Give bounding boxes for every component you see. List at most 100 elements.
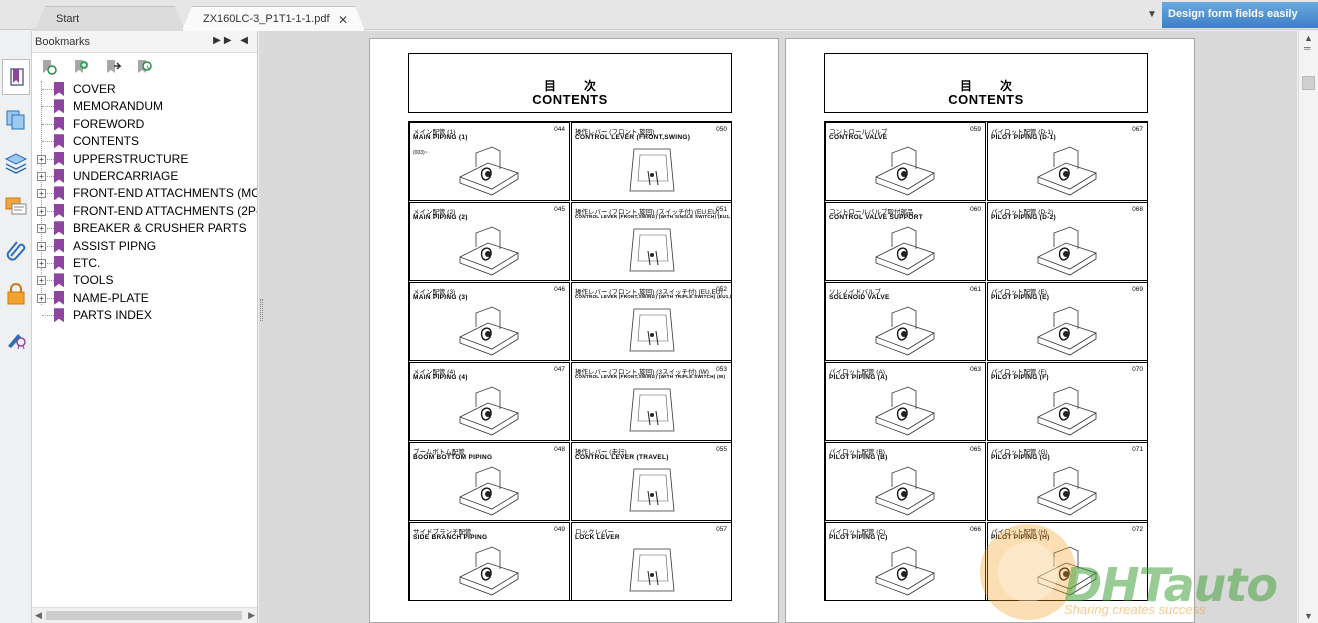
bookmarks-panel-icon[interactable] bbox=[2, 59, 30, 95]
entry-english-title: MAIN PIPING (2) bbox=[413, 214, 468, 221]
entry-english-title: MAIN PIPING (3) bbox=[413, 294, 468, 301]
entry-page-number: 051 bbox=[716, 206, 727, 213]
bookmark-flag-icon bbox=[54, 186, 64, 201]
tab-start[interactable]: Start bbox=[35, 6, 185, 31]
page-thumbnails-icon[interactable] bbox=[4, 108, 28, 132]
bookmark-label: FRONT-END ATTACHMENTS (MON bbox=[73, 186, 258, 201]
contents-entry[interactable]: メイン配管 (1) 044 MAIN PIPING (1) (003)~ bbox=[409, 122, 570, 201]
tab-list-dropdown-icon[interactable]: ▼ bbox=[1147, 9, 1157, 20]
bookmark-options-icon[interactable] bbox=[40, 58, 58, 76]
document-vertical-scrollbar[interactable]: ▲ ═ ▼ bbox=[1298, 31, 1318, 623]
expand-toggle-icon[interactable]: + bbox=[37, 259, 46, 268]
expand-toggle-icon[interactable]: + bbox=[37, 206, 46, 216]
bookmark-item[interactable]: + UPPERSTRUCTURE bbox=[32, 151, 257, 168]
entry-english-title: CONTROL VALVE SUPPORT bbox=[829, 214, 924, 221]
bookmark-item[interactable]: + TOOLS bbox=[32, 272, 257, 289]
scroll-right-icon[interactable]: ▶ bbox=[248, 610, 255, 621]
attachments-icon[interactable] bbox=[4, 238, 28, 262]
contents-entry[interactable]: メイン配管 (4) 047 MAIN PIPING (4) bbox=[409, 362, 570, 441]
promo-banner[interactable]: Design form fields easily bbox=[1162, 2, 1318, 28]
bookmarks-horizontal-scrollbar[interactable]: ◀ ▶ bbox=[32, 607, 257, 623]
signatures-icon[interactable] bbox=[4, 326, 28, 350]
bookmark-label: FOREWORD bbox=[73, 116, 145, 131]
expand-toggle-icon[interactable]: + bbox=[37, 172, 46, 181]
contents-entry[interactable]: 操作レバー (フロント,旋回) 050 CONTROL LEVER (FRONT,S… bbox=[571, 122, 732, 201]
entry-serial-note: (003)~ bbox=[413, 150, 428, 156]
contents-entry[interactable]: パイロット配管 (G) 071 PILOT PIPING (G) bbox=[987, 442, 1148, 521]
bookmark-item[interactable]: MEMORANDUM bbox=[32, 98, 257, 115]
entry-page-number: 069 bbox=[1132, 286, 1143, 293]
bookmark-item[interactable]: + FRONT-END ATTACHMENTS (MON bbox=[32, 185, 258, 202]
contents-entry[interactable]: パイロット配管 (D-2) 068 PILOT PIPING (D-2) bbox=[987, 202, 1148, 281]
contents-entry[interactable]: メイン配管 (3) 046 MAIN PIPING (3) bbox=[409, 282, 570, 361]
contents-entry[interactable]: 操作レバー (フロント,旋回) (3スイッチ付) (W) 053 CONTROL L… bbox=[571, 362, 732, 441]
expand-toggle-icon[interactable]: + bbox=[37, 241, 46, 251]
contents-entry[interactable]: 操作レバー (フロント,旋回) (3スイッチ付) (EU,EU) 052 CONTR… bbox=[571, 282, 732, 361]
contents-entry[interactable]: ソレノイドバルブ 061 SOLENOID VALVE bbox=[825, 282, 986, 361]
bookmark-item[interactable]: CONTENTS bbox=[32, 133, 257, 150]
scroll-up-icon[interactable]: ▲ bbox=[1304, 33, 1313, 43]
contents-entry[interactable]: ブームボトム配管 048 BOOM BOTTOM PIPING bbox=[409, 442, 570, 521]
bookmark-item[interactable]: FOREWORD bbox=[32, 116, 257, 133]
expand-toggle-icon[interactable]: + bbox=[37, 189, 46, 199]
scroll-left-icon[interactable]: ◀ bbox=[35, 610, 42, 621]
expand-toggle-icon[interactable]: + bbox=[37, 154, 46, 164]
entry-page-number: 059 bbox=[970, 126, 981, 133]
contents-grid: コントロールバルブ 059 CONTROL VALVE パイロット配管 (D-1) 0… bbox=[824, 121, 1148, 601]
bookmark-item[interactable]: + FRONT-END ATTACHMENTS (2P-B bbox=[32, 203, 257, 220]
expand-bookmark-icon[interactable] bbox=[104, 58, 122, 76]
expand-toggle-icon[interactable]: + bbox=[37, 276, 46, 286]
part-illustration bbox=[459, 306, 519, 356]
close-tab-icon[interactable]: ✕ bbox=[338, 13, 348, 27]
part-illustration bbox=[875, 306, 935, 356]
entry-page-number: 052 bbox=[716, 286, 727, 293]
bookmark-item[interactable]: + BREAKER & CRUSHER PARTS bbox=[32, 220, 257, 237]
contents-entry[interactable]: ロックレバー 057 LOCK LEVER bbox=[571, 522, 732, 601]
bookmark-item[interactable]: + ASSIST PIPNG bbox=[32, 238, 257, 255]
entry-english-title: SOLENOID VALVE bbox=[829, 294, 890, 301]
contents-entry[interactable]: パイロット配管 (B) 065 PILOT PIPING (B) bbox=[825, 442, 986, 521]
entry-page-number: 053 bbox=[716, 366, 727, 373]
bookmark-item[interactable]: + UNDERCARRIAGE bbox=[32, 168, 257, 185]
layers-icon[interactable] bbox=[4, 151, 28, 175]
contents-title-box: 目次 CONTENTS bbox=[408, 53, 732, 113]
bookmark-item[interactable]: PARTS INDEX bbox=[32, 307, 257, 324]
contents-entry[interactable]: 操作レバー (走行) 055 CONTROL LEVER (TRAVEL) bbox=[571, 442, 732, 521]
expand-toggle-icon[interactable]: + bbox=[37, 224, 46, 234]
bookmark-flag-icon bbox=[54, 256, 64, 270]
title-english: CONTENTS bbox=[948, 92, 1024, 107]
contents-entry[interactable]: メイン配管 (2) 045 MAIN PIPING (2) bbox=[409, 202, 570, 281]
entry-page-number: 065 bbox=[970, 446, 981, 453]
new-bookmark-icon[interactable] bbox=[72, 58, 90, 76]
scroll-down-icon[interactable]: ▼ bbox=[1304, 611, 1313, 621]
collapse-panel-icon[interactable]: ◀ bbox=[240, 35, 251, 46]
contents-entry[interactable]: コントロールバルブ 059 CONTROL VALVE bbox=[825, 122, 986, 201]
contents-entry[interactable]: パイロット配管 (D-1) 067 PILOT PIPING (D-1) bbox=[987, 122, 1148, 201]
expand-panel-icon[interactable]: ▶▶ bbox=[213, 35, 234, 46]
contents-entry[interactable]: コントロールバルブ取付部品 060 CONTROL VALVE SUPPORT bbox=[825, 202, 986, 281]
contents-entry[interactable]: サイドブランチ配管 049 SIDE BRANCH PIPING bbox=[409, 522, 570, 601]
entry-english-title: CONTROL LEVER (FRONT,SWING) (WITH TRIPLE… bbox=[575, 374, 726, 379]
contents-entry[interactable]: パイロット配管 (H) 072 PILOT PIPING (H) bbox=[987, 522, 1148, 601]
split-view-icon[interactable]: ═ bbox=[1304, 43, 1310, 53]
tab-document[interactable]: ZX160LC-3_P1T1-1-1.pdf ✕ bbox=[182, 6, 365, 31]
contents-entry[interactable]: 操作レバー (フロント,旋回) (スイッチ付) (EU,EU) 051 CONTRO… bbox=[571, 202, 732, 281]
bookmark-label: TOOLS bbox=[73, 273, 114, 288]
contents-entry[interactable]: パイロット配管 (C) 066 PILOT PIPING (C) bbox=[825, 522, 986, 601]
entry-page-number: 047 bbox=[554, 366, 565, 373]
contents-entry[interactable]: パイロット配管 (A) 063 PILOT PIPING (A) bbox=[825, 362, 986, 441]
security-lock-icon[interactable] bbox=[4, 282, 28, 306]
expand-toggle-icon[interactable]: + bbox=[37, 293, 46, 303]
contents-entry[interactable]: パイロット配管 (F) 070 PILOT PIPING (F) bbox=[987, 362, 1148, 441]
horizontal-scroll-thumb[interactable] bbox=[46, 611, 242, 620]
comments-icon[interactable] bbox=[4, 195, 28, 219]
entry-english-title: PILOT PIPING (C) bbox=[829, 534, 888, 541]
contents-entry[interactable]: パイロット配管 (E) 069 PILOT PIPING (E) bbox=[987, 282, 1148, 361]
vertical-scroll-thumb[interactable] bbox=[1302, 76, 1315, 90]
part-illustration bbox=[875, 386, 935, 436]
bookmark-item[interactable]: + ETC. bbox=[32, 255, 257, 272]
bookmark-item[interactable]: + NAME-PLATE bbox=[32, 290, 257, 307]
bookmark-label: ETC. bbox=[73, 256, 101, 270]
bookmark-item[interactable]: COVER bbox=[32, 81, 257, 98]
find-bookmark-icon[interactable] bbox=[135, 58, 153, 76]
